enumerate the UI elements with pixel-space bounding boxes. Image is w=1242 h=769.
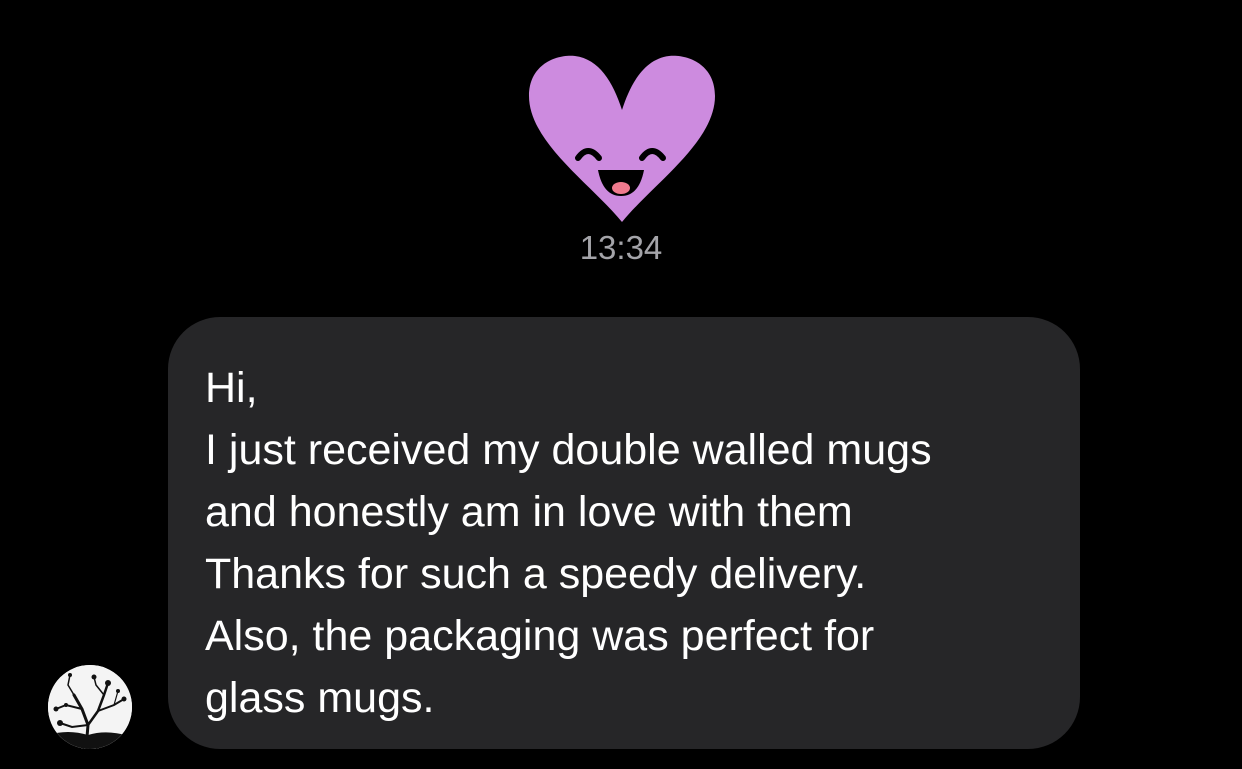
message-line: I just received my double walled mugs <box>205 426 932 474</box>
heart-sticker-icon[interactable] <box>527 54 717 224</box>
message-line: Thanks for such a speedy delivery. <box>205 550 867 598</box>
chat-screen: 13:34 Hi, I just received my double wall… <box>0 0 1242 769</box>
message-line: glass mugs. <box>205 674 435 722</box>
message-line: Also, the packaging was perfect for <box>205 612 875 660</box>
message-line: Hi, <box>205 364 258 412</box>
message-line: and honestly am in love with them <box>205 488 853 536</box>
tree-silhouette-icon <box>48 665 132 749</box>
message-bubble[interactable]: Hi, I just received my double walled mug… <box>168 317 1080 749</box>
message-timestamp: 13:34 <box>579 229 663 266</box>
sender-avatar[interactable] <box>48 665 132 749</box>
